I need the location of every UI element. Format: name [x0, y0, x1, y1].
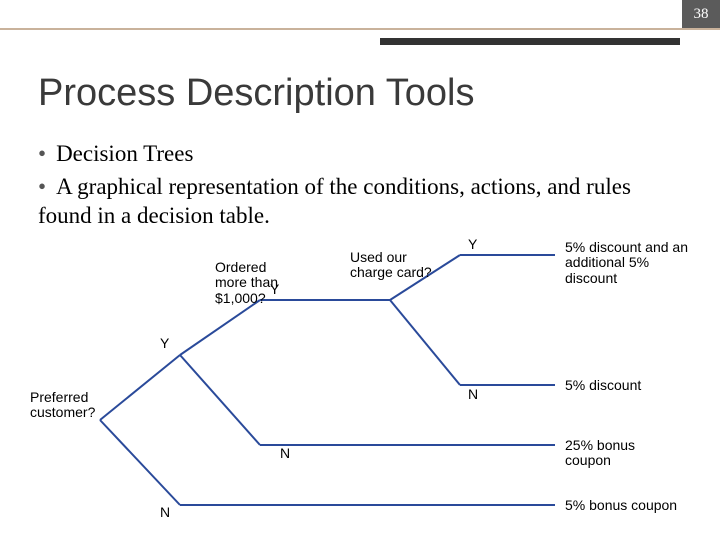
page-number: 38	[682, 0, 720, 28]
decision-tree-diagram: Preferred customer? Ordered more than $1…	[60, 240, 680, 520]
tree-question-level3: Used our charge card?	[350, 250, 435, 281]
tree-branch-yes: Y	[160, 336, 169, 351]
bullet-item: Decision Trees	[38, 140, 682, 169]
slide-title: Process Description Tools	[38, 72, 474, 115]
tree-branch-no: N	[468, 387, 478, 402]
bullet-item: A graphical representation of the condit…	[38, 173, 682, 231]
tree-branch-no: N	[160, 505, 170, 520]
tree-branch-yes: Y	[270, 282, 279, 297]
divider-top	[0, 28, 720, 30]
tree-question-root: Preferred customer?	[30, 390, 105, 421]
bullet-text: Decision Trees	[56, 141, 193, 166]
bullet-text: A graphical representation of the condit…	[38, 174, 631, 228]
slide-body: Decision Trees A graphical representatio…	[38, 140, 682, 234]
tree-outcome: 25% bonus coupon	[565, 438, 680, 469]
tree-branch-no: N	[280, 446, 290, 461]
tree-branch-yes: Y	[468, 237, 477, 252]
tree-outcome: 5% discount and an additional 5% discoun…	[565, 240, 695, 286]
tree-outcome: 5% discount	[565, 378, 641, 393]
tree-outcome: 5% bonus coupon	[565, 498, 677, 513]
divider-accent	[380, 38, 680, 45]
